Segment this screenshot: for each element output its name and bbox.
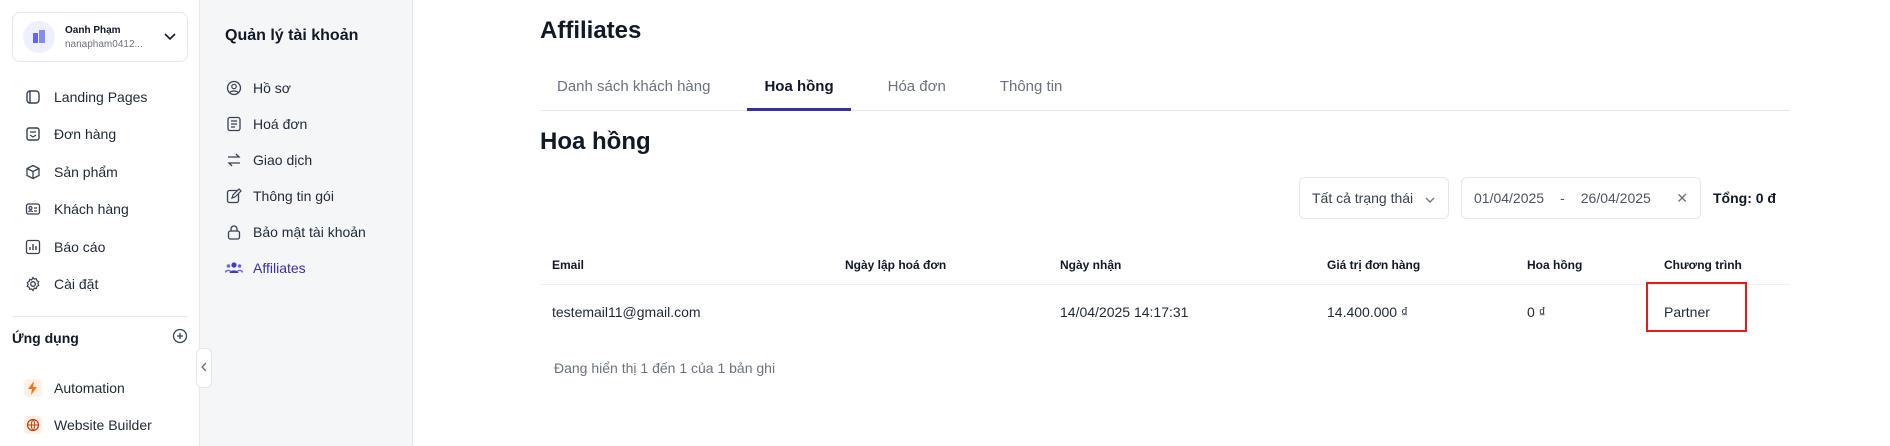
sidebar-item-label: Báo cáo: [54, 238, 106, 255]
sidebar-item-reports[interactable]: Báo cáo: [12, 228, 188, 266]
pagination-summary: Đang hiển thị 1 đến 1 của 1 bản ghi: [554, 360, 776, 376]
table-header: Email Ngày lập hoá đơn Ngày nhận Giá trị…: [540, 245, 1790, 285]
column-header: Ngày lập hoá đơn: [845, 257, 947, 272]
sidebar-item-label: Sản phẩm: [54, 163, 118, 180]
sidebar-item-label: Landing Pages: [54, 88, 148, 105]
globe-icon: [24, 415, 42, 434]
cell-order-value: 14.400.000 ₫: [1327, 303, 1409, 320]
invoice-icon: [225, 115, 243, 133]
section-title: Hoa hồng: [540, 128, 651, 155]
app-item-website-builder[interactable]: Website Builder: [24, 406, 188, 443]
status-filter-value: Tất cả trạng thái: [1312, 190, 1414, 206]
subnav-label: Bảo mật tài khoản: [253, 224, 366, 240]
main-menu: Landing Pages Đơn hàng Sản phẩm Khách hà…: [12, 78, 188, 303]
sidebar-item-products[interactable]: Sản phẩm: [12, 153, 188, 191]
tab-commission[interactable]: Hoa hồng: [747, 74, 851, 111]
subnav-item-security[interactable]: Bảo mật tài khoản: [225, 214, 405, 250]
tab-info[interactable]: Thông tin: [983, 74, 1080, 111]
subnav-item-affiliates[interactable]: Affiliates: [225, 250, 405, 286]
cell-commission: 0 ₫: [1527, 303, 1546, 320]
program-value: Partner: [1664, 303, 1710, 320]
chart-icon: [24, 238, 42, 256]
add-app-icon[interactable]: [172, 328, 188, 347]
column-header: Email: [552, 257, 585, 272]
app-label: Website Builder: [54, 416, 152, 433]
subnav-item-transactions[interactable]: Giao dịch: [225, 142, 405, 178]
date-to[interactable]: 26/04/2025: [1581, 190, 1651, 206]
subnav-item-profile[interactable]: Hồ sơ: [225, 70, 405, 106]
sidebar-item-landing-pages[interactable]: Landing Pages: [12, 78, 188, 116]
sidebar-item-customers[interactable]: Khách hàng: [12, 191, 188, 229]
column-header: Chương trình: [1664, 257, 1742, 272]
collapse-sidebar-button[interactable]: [196, 348, 212, 388]
apps-title: Ứng dụng: [12, 329, 79, 346]
subnav-item-invoices[interactable]: Hoá đơn: [225, 106, 405, 142]
date-from[interactable]: 01/04/2025: [1474, 190, 1544, 206]
edit-icon: [225, 187, 243, 205]
subnav-label: Thông tin gói: [253, 188, 334, 204]
total-amount: Tổng: 0 đ: [1713, 190, 1776, 206]
account-switcher[interactable]: Oanh Phạm nanapham0412...: [12, 12, 188, 62]
chevron-down-icon: [1425, 190, 1435, 206]
chevron-down-icon: [163, 30, 177, 44]
subnav-list: Hồ sơ Hoá đơn Giao dịch Thông tin gói Bả…: [225, 70, 405, 286]
account-subnav: Quản lý tài khoản Hồ sơ Hoá đơn Giao dịc…: [200, 0, 413, 446]
contact-card-icon: [24, 200, 42, 218]
landing-pages-icon: [24, 88, 42, 106]
sidebar-item-label: Cài đặt: [54, 276, 99, 293]
main-sidebar: Oanh Phạm nanapham0412... Landing Pages …: [0, 0, 200, 446]
subnav-label: Affiliates: [253, 260, 306, 276]
box-icon: [24, 163, 42, 181]
subnav-label: Hồ sơ: [253, 80, 291, 96]
column-header: Giá trị đơn hàng: [1327, 257, 1421, 272]
orders-icon: [24, 125, 42, 143]
date-range-picker[interactable]: 01/04/2025 - 26/04/2025 ✕: [1461, 177, 1701, 219]
transfer-icon: [225, 151, 243, 169]
gear-icon: [24, 275, 42, 293]
tab-invoices[interactable]: Hóa đơn: [871, 74, 963, 111]
cell-program: Partner: [1646, 281, 1790, 332]
app-label: Automation: [54, 379, 125, 396]
apps-list: Automation Website Builder: [24, 369, 188, 443]
column-header: Ngày nhận: [1060, 257, 1122, 272]
commission-table: Email Ngày lập hoá đơn Ngày nhận Giá trị…: [540, 245, 1790, 338]
page-title: Affiliates: [540, 17, 642, 44]
table-row[interactable]: testemail11@gmail.com 14/04/2025 14:17:3…: [540, 281, 1790, 338]
tab-bar: Danh sách khách hàng Hoa hồng Hóa đơn Th…: [540, 74, 1790, 111]
sidebar-item-settings[interactable]: Cài đặt: [12, 266, 188, 304]
account-email: nanapham0412...: [65, 38, 143, 50]
cell-email: testemail11@gmail.com: [552, 303, 701, 320]
users-icon: [225, 259, 243, 277]
tab-customer-list[interactable]: Danh sách khách hàng: [540, 74, 727, 111]
sidebar-item-label: Khách hàng: [54, 201, 129, 218]
subnav-item-package-info[interactable]: Thông tin gói: [225, 178, 405, 214]
cell-received-date: 14/04/2025 14:17:31: [1060, 303, 1189, 320]
subnav-label: Hoá đơn: [253, 116, 308, 132]
filter-bar: Tất cả trạng thái 01/04/2025 - 26/04/202…: [1299, 177, 1776, 219]
status-filter-select[interactable]: Tất cả trạng thái: [1299, 177, 1449, 219]
lightning-icon: [24, 378, 42, 397]
subnav-label: Giao dịch: [253, 152, 313, 168]
main-content: Affiliates Danh sách khách hàng Hoa hồng…: [413, 0, 1890, 446]
building-icon: [23, 21, 55, 53]
chevron-left-icon: [201, 359, 207, 377]
sidebar-item-orders[interactable]: Đơn hàng: [12, 116, 188, 154]
lock-icon: [225, 223, 243, 241]
account-name: Oanh Phạm: [65, 24, 121, 36]
sidebar-item-label: Đơn hàng: [54, 126, 117, 143]
apps-header: Ứng dụng: [12, 328, 188, 347]
date-separator: -: [1560, 190, 1565, 206]
sidebar-divider: [12, 316, 188, 317]
app-item-automation[interactable]: Automation: [24, 369, 188, 406]
close-icon[interactable]: ✕: [1676, 190, 1688, 207]
user-circle-icon: [225, 79, 243, 97]
subnav-title: Quản lý tài khoản: [225, 27, 359, 44]
column-header: Hoa hồng: [1527, 257, 1583, 272]
